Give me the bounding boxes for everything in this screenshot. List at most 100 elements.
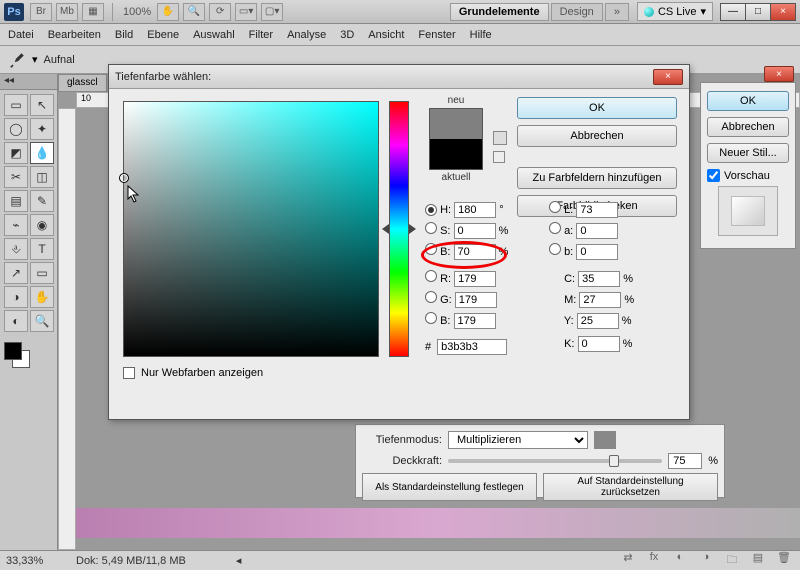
tool-eraser[interactable]: ⌁ xyxy=(4,214,28,236)
side-cancel-button[interactable]: Abbrechen xyxy=(707,117,789,137)
radio-s[interactable] xyxy=(425,222,437,234)
zoom-display[interactable]: 100% xyxy=(123,6,151,18)
tool-3d[interactable]: ◑ xyxy=(4,286,28,308)
input-m[interactable] xyxy=(579,292,621,308)
tool-zoom[interactable]: 🔍 xyxy=(30,310,54,332)
bridge-button[interactable]: Br xyxy=(30,3,52,21)
radio-h[interactable] xyxy=(425,204,437,216)
input-r[interactable] xyxy=(454,271,496,287)
tool-panel-collapse[interactable]: ◂◂ xyxy=(0,74,57,90)
tool-eyedropper[interactable]: 💧 xyxy=(30,142,54,164)
new-current-swatch[interactable] xyxy=(429,108,483,170)
tool-wand[interactable]: ✦ xyxy=(30,118,54,140)
menu-auswahl[interactable]: Auswahl xyxy=(193,29,235,41)
tool-move[interactable]: ▭ xyxy=(4,94,28,116)
tool-lasso[interactable]: ◯ xyxy=(4,118,28,140)
menu-hilfe[interactable]: Hilfe xyxy=(470,29,492,41)
picker-cancel-button[interactable]: Abbrechen xyxy=(517,125,677,147)
fx-icon[interactable]: fx xyxy=(644,551,664,570)
input-g[interactable] xyxy=(455,292,497,308)
input-s[interactable] xyxy=(454,223,496,239)
workspace-design[interactable]: Design xyxy=(551,3,603,21)
input-b-rgb[interactable] xyxy=(454,313,496,329)
menu-bearbeiten[interactable]: Bearbeiten xyxy=(48,29,101,41)
add-to-swatches-button[interactable]: Zu Farbfeldern hinzufügen xyxy=(517,167,677,189)
input-l[interactable] xyxy=(576,202,618,218)
radio-r[interactable] xyxy=(425,270,437,282)
radio-a[interactable] xyxy=(549,222,561,234)
color-picker-close[interactable]: × xyxy=(653,69,683,85)
radio-b-lab[interactable] xyxy=(549,243,561,255)
menu-analyse[interactable]: Analyse xyxy=(287,29,326,41)
input-b-lab[interactable] xyxy=(576,244,618,260)
input-b-hsb[interactable] xyxy=(454,244,496,260)
input-hex[interactable] xyxy=(437,339,507,355)
sv-cursor[interactable] xyxy=(119,173,129,183)
gamut-warning-icon[interactable] xyxy=(493,131,507,145)
picker-ok-button[interactable]: OK xyxy=(517,97,677,119)
tool-history-brush[interactable]: ✎ xyxy=(30,190,54,212)
foreground-swatch[interactable] xyxy=(4,342,22,360)
saturation-value-box[interactable] xyxy=(123,101,379,357)
new-layer-icon[interactable]: ▤ xyxy=(748,551,768,570)
input-h[interactable] xyxy=(454,202,496,218)
tool-pen[interactable]: ⎀ xyxy=(4,238,28,260)
menu-datei[interactable]: Datei xyxy=(8,29,34,41)
window-close[interactable]: × xyxy=(770,3,796,21)
link-layers-icon[interactable]: ⇄ xyxy=(618,551,638,570)
input-a[interactable] xyxy=(576,223,618,239)
side-ok-button[interactable]: OK xyxy=(707,91,789,111)
radio-g[interactable] xyxy=(425,291,437,303)
reset-default-button[interactable]: Auf Standardeinstellung zurücksetzen xyxy=(543,473,718,501)
arrange-docs-button[interactable]: ▭▾ xyxy=(235,3,257,21)
deckkraft-value[interactable] xyxy=(668,453,702,469)
side-dialog-close[interactable]: × xyxy=(764,66,794,82)
menu-ansicht[interactable]: Ansicht xyxy=(368,29,404,41)
screen-mode-button[interactable]: ▢▾ xyxy=(261,3,283,21)
trash-icon[interactable]: 🗑 xyxy=(774,551,794,570)
hue-slider[interactable] xyxy=(389,101,409,357)
webonly-checkbox[interactable] xyxy=(123,367,135,379)
input-c[interactable] xyxy=(578,271,620,287)
side-newstyle-button[interactable]: Neuer Stil... xyxy=(707,143,789,163)
menu-fenster[interactable]: Fenster xyxy=(418,29,455,41)
cs-live-button[interactable]: CS Live▾ xyxy=(637,2,713,21)
folder-icon[interactable]: 🗀 xyxy=(722,551,742,570)
tool-stamp[interactable]: ▤ xyxy=(4,190,28,212)
rotate-view-shortcut[interactable]: ⟳ xyxy=(209,3,231,21)
view-extras-button[interactable]: ▦ xyxy=(82,3,104,21)
workspace-grundelemente[interactable]: Grundelemente xyxy=(450,3,549,21)
tool-heal[interactable]: ✂ xyxy=(4,166,28,188)
minibridge-button[interactable]: Mb xyxy=(56,3,78,21)
status-zoom[interactable]: 33,33% xyxy=(6,555,66,567)
menu-3d[interactable]: 3D xyxy=(340,29,354,41)
set-default-button[interactable]: Als Standardeinstellung festlegen xyxy=(362,473,537,501)
radio-b-hsb[interactable] xyxy=(425,243,437,255)
tiefenmodus-color[interactable] xyxy=(594,431,616,449)
tool-marquee[interactable]: ↖ xyxy=(30,94,54,116)
websafe-warning-icon[interactable] xyxy=(493,151,505,163)
tool-hand[interactable]: ✋ xyxy=(30,286,54,308)
document-tab[interactable]: glasscl xyxy=(58,74,107,92)
color-swatches[interactable] xyxy=(0,336,57,374)
tool-crop[interactable]: ◩ xyxy=(4,142,28,164)
vorschau-checkbox[interactable] xyxy=(707,169,720,182)
menu-ebene[interactable]: Ebene xyxy=(147,29,179,41)
menu-bild[interactable]: Bild xyxy=(115,29,133,41)
window-maximize[interactable]: □ xyxy=(745,3,771,21)
tool-shape[interactable]: ▭ xyxy=(30,262,54,284)
color-picker-titlebar[interactable]: Tiefenfarbe wählen: × xyxy=(109,65,689,89)
tool-path[interactable]: ↗ xyxy=(4,262,28,284)
status-docsize[interactable]: Dok: 5,49 MB/11,8 MB xyxy=(76,555,186,567)
deckkraft-slider[interactable] xyxy=(448,459,662,463)
tool-brush[interactable]: ◫ xyxy=(30,166,54,188)
menu-filter[interactable]: Filter xyxy=(249,29,273,41)
input-k[interactable] xyxy=(578,336,620,352)
radio-l[interactable] xyxy=(549,201,561,213)
tool-rotate[interactable]: ◐ xyxy=(4,310,28,332)
tool-type[interactable]: T xyxy=(30,238,54,260)
workspace-more[interactable]: » xyxy=(605,3,629,21)
radio-b-rgb[interactable] xyxy=(425,312,437,324)
window-minimize[interactable]: — xyxy=(720,3,746,21)
adjustment-icon[interactable]: ◑ xyxy=(696,551,716,570)
